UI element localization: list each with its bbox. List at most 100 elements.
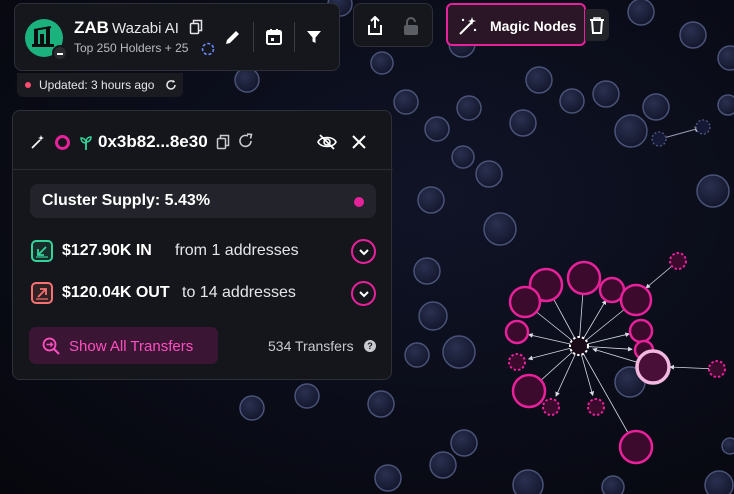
inflow-amount: $127.90K IN (62, 242, 152, 259)
refresh-icon[interactable] (165, 79, 177, 91)
graph-node[interactable] (651, 131, 667, 147)
inflow-row: $127.90K IN from 1 addresses (30, 238, 380, 266)
trash-icon (589, 17, 605, 34)
share-button[interactable] (366, 16, 384, 36)
graph-node[interactable] (417, 186, 445, 214)
cluster-node[interactable] (542, 398, 560, 416)
updated-status: Updated: 3 hours ago (17, 73, 183, 97)
chevron-down-icon (357, 245, 371, 259)
chevron-down-icon (357, 287, 371, 301)
magic-wand-icon (457, 15, 479, 37)
filter-button[interactable] (305, 28, 323, 46)
cluster-color-dot (354, 197, 364, 207)
graph-node[interactable] (592, 80, 620, 108)
arrow-in-icon (31, 240, 53, 262)
cluster-node[interactable] (504, 319, 530, 345)
graph-node[interactable] (601, 475, 625, 494)
magic-wand-icon (30, 134, 46, 150)
graph-node[interactable] (717, 94, 734, 116)
divider (253, 22, 254, 52)
graph-node[interactable] (627, 0, 655, 26)
search-transfers-icon (41, 336, 61, 356)
graph-node[interactable] (695, 119, 711, 135)
expand-outflow-button[interactable] (351, 281, 376, 306)
graph-node[interactable] (418, 301, 448, 331)
cluster-hub-node[interactable] (569, 336, 589, 356)
graph-node[interactable] (721, 437, 734, 455)
cluster-node[interactable] (508, 353, 526, 371)
lock-icon[interactable] (402, 16, 420, 36)
cluster-address[interactable]: 0x3b82...8e30 (98, 132, 208, 152)
cluster-node[interactable] (587, 398, 605, 416)
cluster-node[interactable] (708, 360, 726, 378)
graph-node[interactable] (413, 257, 441, 285)
graph-node[interactable] (456, 95, 482, 121)
graph-node[interactable] (393, 89, 419, 115)
graph-node[interactable] (525, 66, 553, 94)
token-status-icon (52, 45, 68, 61)
calendar-button[interactable] (265, 28, 283, 46)
status-dot (25, 82, 31, 88)
graph-node[interactable] (704, 470, 734, 494)
loading-spinner-icon (201, 42, 215, 56)
graph-node[interactable] (294, 383, 320, 409)
graph-node[interactable] (234, 67, 260, 93)
graph-node[interactable] (559, 88, 585, 114)
cluster-node[interactable] (511, 373, 547, 409)
magic-nodes-label: Magic Nodes (490, 18, 577, 34)
cluster-node[interactable] (628, 318, 654, 344)
graph-node[interactable] (475, 160, 503, 188)
divider (13, 169, 393, 170)
token-name: Wazabi AI (112, 20, 179, 37)
cluster-node[interactable] (619, 283, 653, 317)
edit-button[interactable] (224, 28, 242, 46)
graph-node[interactable] (374, 464, 402, 492)
cluster-details-panel: 0x3b82...8e30 Cluster Supply: 5.43% $127… (12, 110, 393, 380)
token-symbol: ZAB (74, 18, 109, 37)
cluster-node[interactable] (566, 260, 602, 296)
eye-off-icon[interactable] (317, 133, 337, 151)
help-icon[interactable]: ? (364, 340, 376, 352)
selected-node[interactable] (635, 349, 671, 385)
outflow-description: to 14 addresses (182, 284, 296, 301)
delete-button[interactable] (585, 9, 609, 41)
graph-node[interactable] (239, 395, 265, 421)
graph-node[interactable] (450, 429, 478, 457)
close-icon[interactable] (350, 133, 368, 151)
graph-edge (659, 126, 701, 140)
updated-text: Updated: 3 hours ago (39, 78, 155, 92)
graph-node[interactable] (642, 93, 670, 121)
graph-node[interactable] (483, 212, 517, 246)
arrow-out-icon (31, 282, 53, 304)
graph-node[interactable] (424, 116, 450, 142)
cluster-supply-bar: Cluster Supply: 5.43% (30, 184, 376, 218)
graph-node[interactable] (442, 335, 476, 369)
graph-node[interactable] (509, 109, 537, 137)
magic-nodes-button[interactable]: Magic Nodes (446, 3, 586, 46)
graph-node[interactable] (679, 21, 707, 49)
cluster-node[interactable] (508, 285, 542, 319)
share-toolbar (353, 3, 433, 47)
show-all-transfers-button[interactable]: Show All Transfers (29, 327, 218, 364)
graph-node[interactable] (696, 174, 730, 208)
graph-node[interactable] (614, 114, 648, 148)
external-link-icon[interactable] (238, 133, 254, 149)
holders-subtitle: Top 250 Holders + 25 (74, 41, 189, 55)
copy-icon[interactable] (216, 134, 230, 150)
token-header: ZAB Wazabi AI Top 250 Holders + 25 (14, 3, 340, 71)
divider (294, 22, 295, 52)
graph-node[interactable] (370, 51, 394, 75)
cluster-supply-label: Cluster Supply: 5.43% (42, 192, 211, 209)
cluster-node[interactable] (618, 429, 654, 465)
cluster-node[interactable] (669, 252, 687, 270)
copy-icon[interactable] (189, 19, 203, 35)
graph-node[interactable] (367, 390, 395, 418)
graph-node[interactable] (404, 342, 430, 368)
graph-node[interactable] (429, 451, 457, 479)
graph-node[interactable] (451, 145, 475, 169)
outflow-amount: $120.04K OUT (62, 284, 170, 301)
graph-node[interactable] (717, 45, 734, 71)
show-all-transfers-label: Show All Transfers (69, 338, 194, 355)
expand-inflow-button[interactable] (351, 239, 376, 264)
graph-node[interactable] (512, 469, 544, 494)
